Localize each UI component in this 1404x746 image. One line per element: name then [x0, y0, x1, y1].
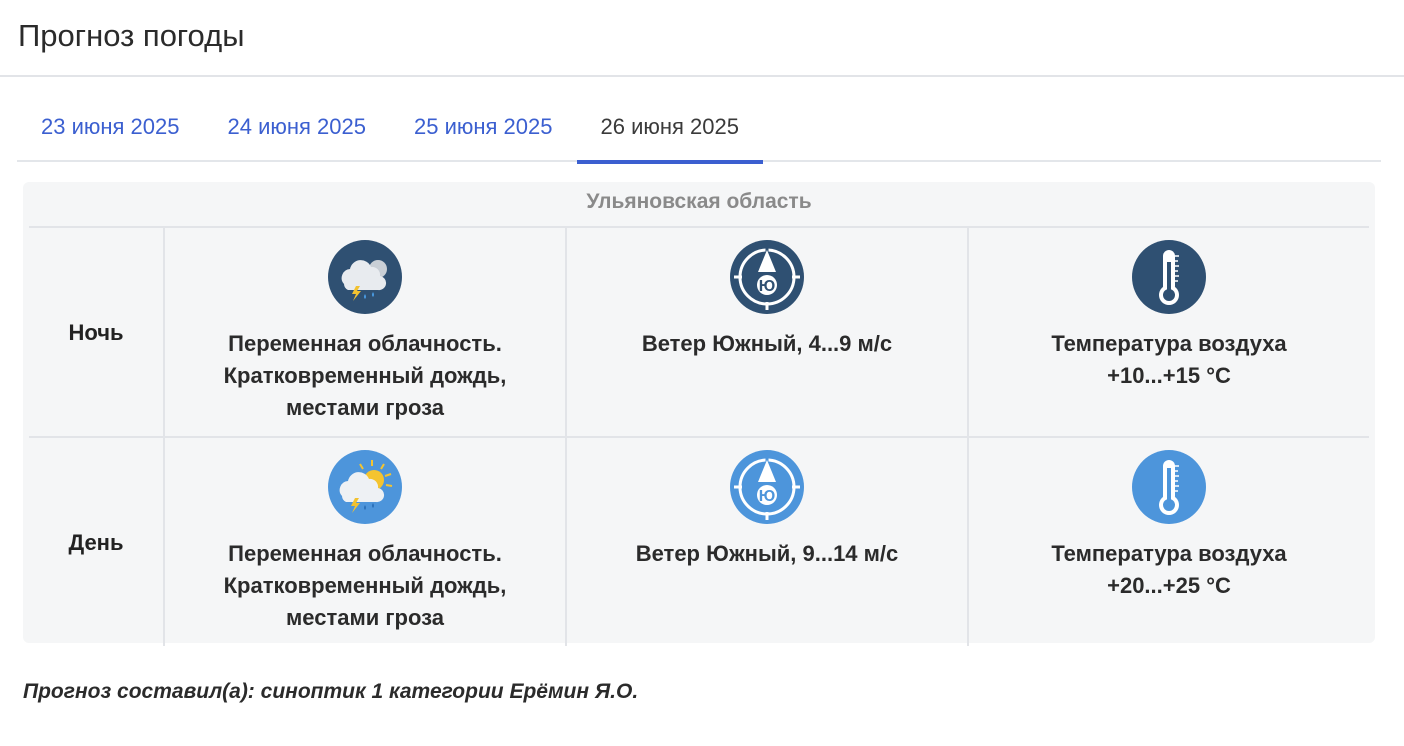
temperature-cell: Температура воздуха +10...+15 °С	[967, 228, 1369, 436]
temperature-label: Температура воздуха	[1051, 541, 1287, 566]
wind-direction-letter: Ю	[759, 278, 776, 295]
temperature-value: +20...+25 °С	[1107, 573, 1231, 598]
sky-text-line: Кратковременный дождь,	[223, 573, 507, 598]
period-cell: Ночь	[29, 228, 163, 436]
tab-date-1[interactable]: 23 июня 2025	[17, 100, 204, 162]
wind-compass-south-icon: Ю	[730, 450, 804, 524]
forecast-panel: Ульяновская область Ночь Переменная обла…	[23, 182, 1375, 646]
tab-date-4[interactable]: 26 июня 2025	[576, 100, 764, 164]
title-divider	[0, 75, 1404, 77]
forecast-row-night: Ночь Переменная облачность. Кратковремен…	[29, 228, 1369, 438]
night-cloud-rain-thunder-icon	[328, 240, 402, 314]
day-sun-cloud-rain-thunder-icon	[328, 450, 402, 524]
region-title: Ульяновская область	[586, 190, 812, 213]
temperature-cell: Температура воздуха +20...+25 °С	[967, 438, 1369, 646]
wind-text: Ветер Южный, 9...14 м/с	[635, 541, 899, 566]
wind-compass-south-icon: Ю	[730, 240, 804, 314]
tab-date-3[interactable]: 25 июня 2025	[390, 100, 577, 162]
wind-cell: Ю Ветер Южный, 9...14 м/с	[565, 438, 967, 646]
wind-direction-letter: Ю	[759, 488, 776, 505]
forecast-row-day: День Переменная облачность. Кратковремен…	[29, 438, 1369, 646]
sky-cell: Переменная облачность. Кратковременный д…	[163, 438, 565, 646]
sky-text-line: Переменная облачность.	[228, 541, 502, 566]
tab-date-2[interactable]: 24 июня 2025	[204, 100, 391, 162]
forecast-table: Ночь Переменная облачность. Кратковремен…	[29, 226, 1369, 646]
wind-text: Ветер Южный, 4...9 м/с	[641, 331, 893, 356]
temperature-label: Температура воздуха	[1051, 331, 1287, 356]
period-label: Ночь	[68, 320, 124, 345]
thermometer-icon	[1132, 240, 1206, 314]
sky-cell: Переменная облачность. Кратковременный д…	[163, 228, 565, 436]
forecaster-credit: Прогноз составил(а): синоптик 1 категори…	[23, 680, 639, 703]
period-label: День	[68, 530, 124, 555]
sky-text-line: местами гроза	[285, 605, 444, 630]
sky-text-line: местами гроза	[285, 395, 444, 420]
date-tabs: 23 июня 2025 24 июня 2025 25 июня 2025 2…	[17, 100, 1381, 164]
wind-cell: Ю Ветер Южный, 4...9 м/с	[565, 228, 967, 436]
sky-text-line: Переменная облачность.	[228, 331, 502, 356]
thermometer-icon	[1132, 450, 1206, 524]
page-title: Прогноз погоды	[18, 18, 245, 53]
temperature-value: +10...+15 °С	[1107, 363, 1231, 388]
sky-text-line: Кратковременный дождь,	[223, 363, 507, 388]
period-cell: День	[29, 438, 163, 646]
